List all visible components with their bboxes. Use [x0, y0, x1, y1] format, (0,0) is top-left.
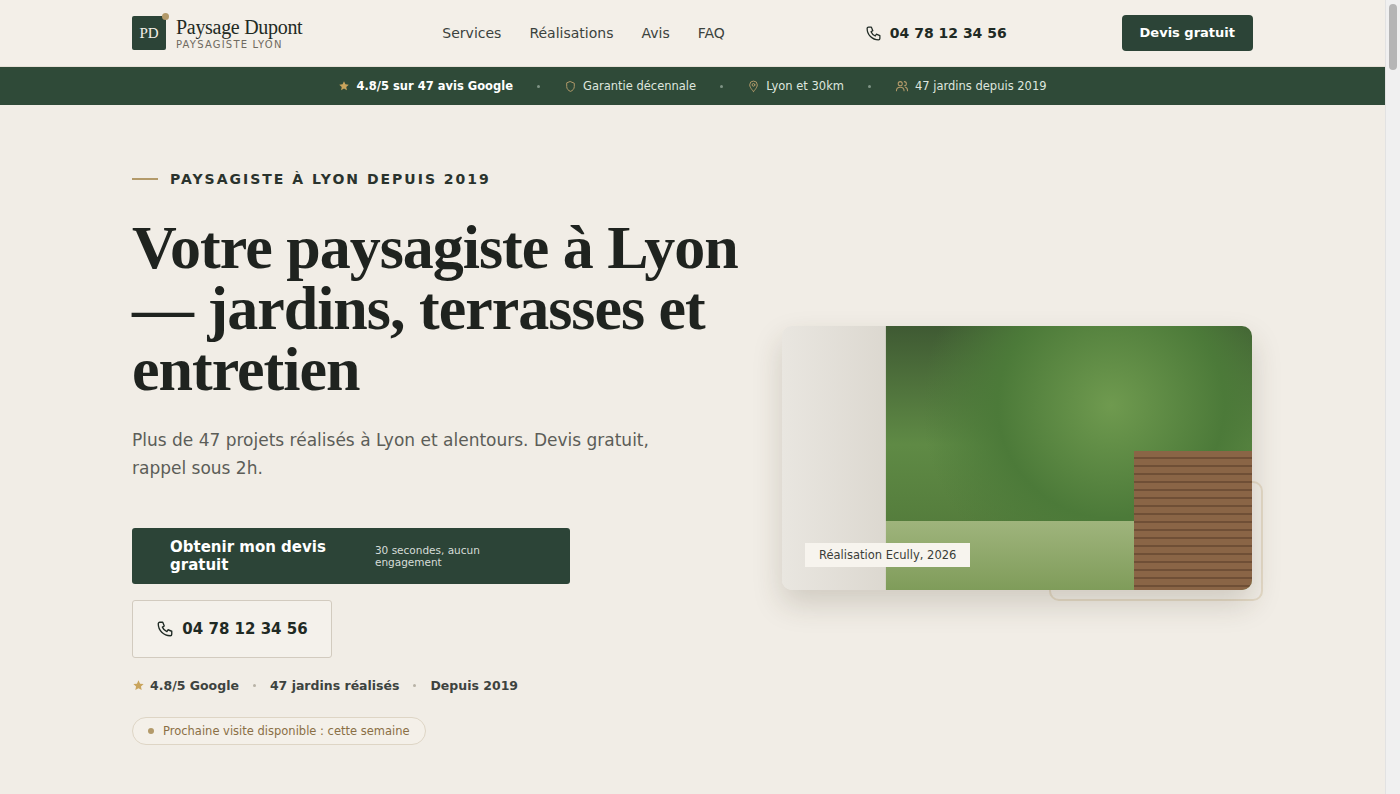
photo-fence [1134, 451, 1252, 590]
cta-label: Obtenir mon devis gratuit [170, 538, 367, 574]
eyebrow-text: PAYSAGISTE À LYON DEPUIS 2019 [170, 171, 491, 187]
header-phone[interactable]: 04 78 12 34 56 [865, 25, 1007, 42]
phone-button[interactable]: 04 78 12 34 56 [132, 600, 332, 658]
stat-text: 47 jardins réalisés [270, 678, 400, 693]
phone-number: 04 78 12 34 56 [890, 25, 1007, 41]
trust-item: 47 jardins depuis 2019 [895, 79, 1047, 93]
trust-text: Garantie décennale [583, 79, 696, 93]
people-icon [895, 79, 909, 93]
stat-text: Depuis 2019 [430, 678, 518, 693]
stat: Depuis 2019 [430, 678, 518, 693]
brand-name: Paysage Dupont [176, 17, 302, 37]
trust-item: Lyon et 30km [747, 79, 844, 93]
scrollbar[interactable] [1385, 0, 1400, 794]
separator-dot [868, 85, 871, 88]
availability-badge: Prochaine visite disponible : cette sema… [132, 717, 426, 745]
separator-dot [720, 85, 723, 88]
availability-row: Prochaine visite disponible : cette sema… [132, 693, 772, 745]
phone-number: 04 78 12 34 56 [182, 620, 307, 638]
eyebrow-line [132, 178, 158, 180]
scrollbar-thumb[interactable] [1389, 4, 1397, 70]
shield-icon [564, 80, 577, 93]
logo-text: Paysage Dupont PAYSAGISTE LYON [176, 17, 302, 50]
phone-icon [865, 25, 882, 42]
availability-text: Prochaine visite disponible : cette sema… [163, 724, 410, 738]
star-icon [132, 679, 145, 692]
trust-bar: 4.8/5 sur 47 avis Google Garantie décenna… [0, 67, 1385, 105]
nav-link[interactable]: Réalisations [529, 25, 613, 41]
stats-row: 4.8/5 Google 47 jardins réalisés Depuis 20… [132, 678, 772, 693]
trust-item: 4.8/5 sur 47 avis Google [338, 79, 513, 93]
hero-subtitle: Plus de 47 projets réalisés à Lyon et al… [132, 426, 692, 482]
nav-link[interactable]: Avis [641, 25, 669, 41]
separator-dot [537, 85, 540, 88]
pin-icon [747, 80, 760, 93]
photo-caption: Réalisation Ecully, 2026 [805, 543, 970, 567]
phone-icon [156, 620, 174, 638]
hero-visual-column: Réalisation Ecully, 2026 [782, 326, 1252, 590]
hero-title: Votre paysagiste à Lyon — jardins, terra… [132, 217, 772, 400]
separator-dot [413, 684, 416, 687]
separator-dot [253, 684, 256, 687]
main-nav: Services Réalisations Avis FAQ [442, 25, 724, 41]
stat: 47 jardins réalisés [270, 678, 400, 693]
stat: 4.8/5 Google [132, 678, 239, 693]
logo[interactable]: PD Paysage Dupont PAYSAGISTE LYON [132, 16, 302, 50]
eyebrow: PAYSAGISTE À LYON DEPUIS 2019 [132, 171, 772, 187]
logo-dot [162, 13, 169, 20]
trust-text: 4.8/5 sur 47 avis Google [356, 79, 513, 93]
quote-button[interactable]: Devis gratuit [1122, 15, 1253, 51]
page: PD Paysage Dupont PAYSAGISTE LYON Services R… [0, 0, 1385, 794]
trust-text: 47 jardins depuis 2019 [915, 79, 1047, 93]
stat-text: 4.8/5 Google [150, 678, 239, 693]
nav-link[interactable]: Services [442, 25, 501, 41]
hero-content: PAYSAGISTE À LYON DEPUIS 2019 Votre paysa… [132, 171, 772, 745]
primary-cta-button[interactable]: Obtenir mon devis gratuit 30 secondes, au… [132, 528, 570, 584]
hero-visual: Réalisation Ecully, 2026 [782, 326, 1252, 590]
cta-note: 30 secondes, aucun engagement [375, 544, 532, 568]
trust-item: Garantie décennale [564, 79, 696, 93]
site-header: PD Paysage Dupont PAYSAGISTE LYON Services R… [0, 0, 1385, 67]
logo-mark: PD [132, 16, 166, 50]
hero: PAYSAGISTE À LYON DEPUIS 2019 Votre paysa… [0, 105, 1385, 745]
brand-tagline: PAYSAGISTE LYON [176, 39, 302, 50]
nav-link[interactable]: FAQ [698, 25, 725, 41]
status-dot [148, 728, 154, 734]
star-icon [338, 80, 350, 92]
trust-text: Lyon et 30km [766, 79, 844, 93]
